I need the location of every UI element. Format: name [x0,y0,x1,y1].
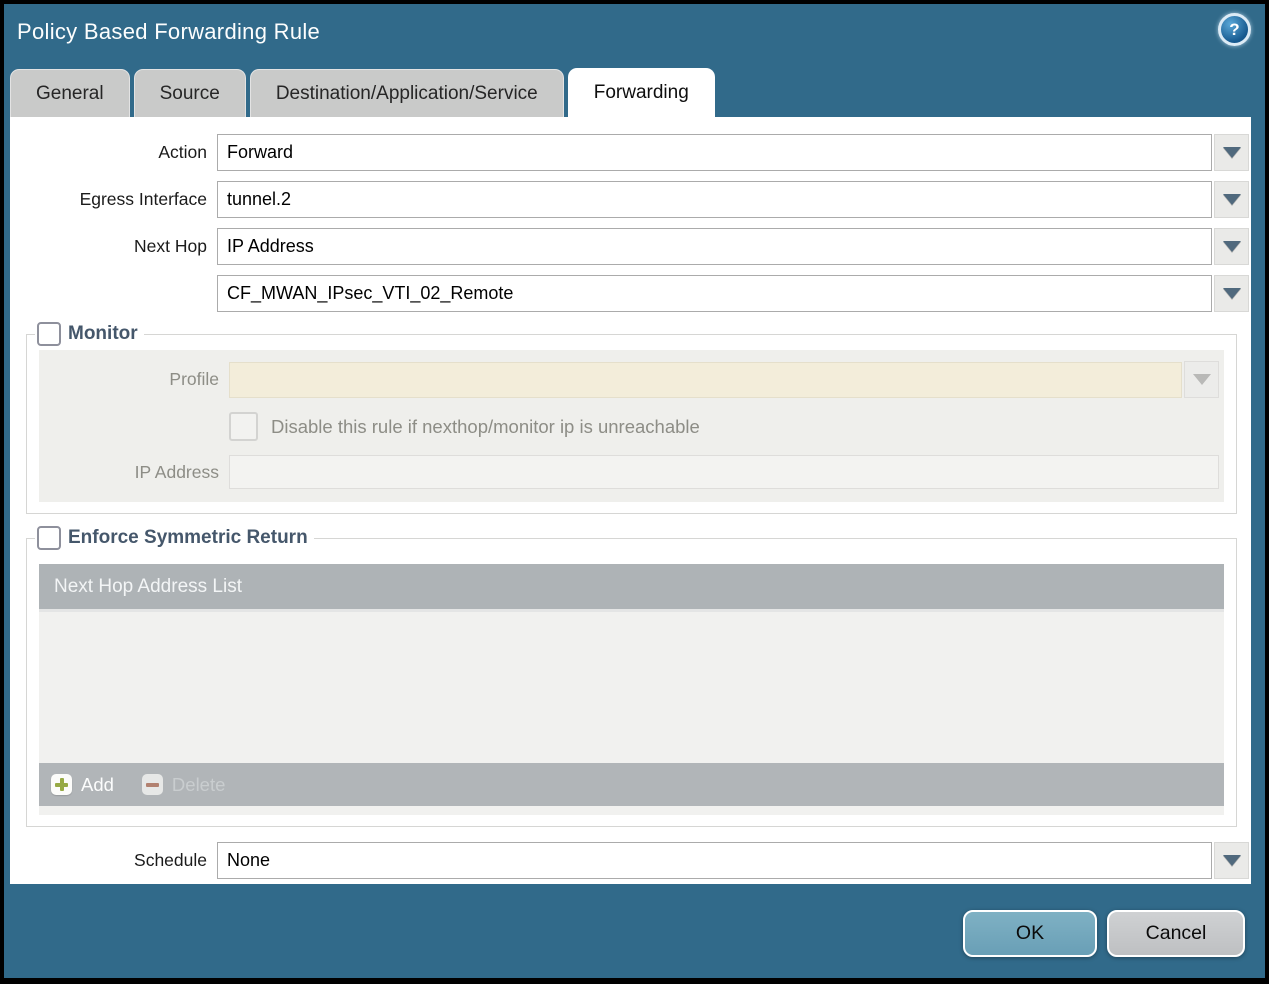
chevron-down-icon [1222,241,1241,252]
disable-rule-label: Disable this rule if nexthop/monitor ip … [271,415,700,437]
disable-rule-row: Disable this rule if nexthop/monitor ip … [229,412,1224,441]
monitor-panel: Profile Disable this rule if nexthop/mon… [39,350,1224,502]
next-hop-address-row: CF_MWAN_IPsec_VTI_02_Remote [10,275,1249,312]
chevron-down-icon [1192,374,1211,385]
schedule-label: Schedule [134,850,207,870]
action-select[interactable]: Forward [217,134,1212,171]
policy-based-forwarding-dialog: Policy Based Forwarding Rule ? General S… [4,4,1265,978]
enforce-symmetric-return-checkbox[interactable] [37,526,61,550]
next-hop-label: Next Hop [134,236,207,256]
schedule-select[interactable]: None [217,842,1212,879]
next-hop-address-list-table: Next Hop Address List Add Delete [39,564,1224,815]
egress-interface-row: Egress Interface tunnel.2 [10,181,1249,218]
chevron-down-icon [1222,147,1241,158]
next-hop-address-list-header: Next Hop Address List [39,564,1224,612]
next-hop-address-dropdown-button[interactable] [1214,275,1249,312]
action-row: Action Forward [10,134,1249,171]
minus-icon [141,774,163,795]
disable-rule-checkbox [229,412,258,441]
egress-interface-label: Egress Interface [79,189,207,209]
tab-destination-application-service[interactable]: Destination/Application/Service [249,69,564,117]
monitor-legend-label: Monitor [68,323,138,344]
monitor-profile-row: Profile [39,361,1219,398]
next-hop-address-list-toolbar: Add Delete [39,763,1224,806]
tab-forwarding[interactable]: Forwarding [567,68,715,117]
monitor-profile-dropdown-button [1184,361,1219,398]
monitor-ip-address-label: IP Address [134,461,219,482]
enforce-symmetric-return-legend: Enforce Symmetric Return [35,526,314,550]
help-icon[interactable]: ? [1218,13,1251,46]
chevron-down-icon [1222,288,1241,299]
table-footer-strip [39,806,1224,815]
tab-source[interactable]: Source [133,69,246,117]
dialog-title: Policy Based Forwarding Rule [17,19,321,44]
next-hop-address-select[interactable]: CF_MWAN_IPsec_VTI_02_Remote [217,275,1212,312]
title-bar: Policy Based Forwarding Rule ? [4,4,1265,66]
action-dropdown-button[interactable] [1214,134,1249,171]
next-hop-type-select[interactable]: IP Address [217,228,1212,265]
footer-buttons: OK Cancel [963,910,1245,957]
monitor-legend: Monitor [35,322,144,346]
egress-interface-dropdown-button[interactable] [1214,181,1249,218]
tab-bar: General Source Destination/Application/S… [10,68,715,117]
cancel-button[interactable]: Cancel [1107,910,1245,957]
schedule-row: Schedule None [10,842,1249,879]
delete-button: Delete [141,773,226,796]
chevron-down-icon [1222,194,1241,205]
monitor-profile-label: Profile [169,369,219,389]
monitor-ip-address-input [229,455,1219,489]
next-hop-dropdown-button[interactable] [1214,228,1249,265]
egress-interface-select[interactable]: tunnel.2 [217,181,1212,218]
add-button-label: Add [81,773,114,795]
action-label: Action [158,142,207,162]
monitor-checkbox[interactable] [37,322,61,346]
add-button[interactable]: Add [51,774,114,796]
monitor-group: Monitor Profile Disable this rule if nex… [26,322,1237,514]
delete-button-label: Delete [171,773,226,795]
next-hop-address-list-body [39,612,1224,763]
monitor-profile-select [229,361,1182,398]
forwarding-panel: Action Forward Egress Interface tunnel.2… [10,117,1251,884]
enforce-symmetric-return-legend-label: Enforce Symmetric Return [68,527,308,548]
plus-icon [51,774,72,795]
schedule-dropdown-button[interactable] [1214,842,1249,879]
chevron-down-icon [1222,855,1241,866]
enforce-symmetric-return-group: Enforce Symmetric Return Next Hop Addres… [26,526,1237,827]
tab-general[interactable]: General [10,69,130,117]
ok-button[interactable]: OK [963,910,1097,957]
next-hop-row: Next Hop IP Address [10,228,1249,265]
monitor-ip-address-row: IP Address [39,455,1219,489]
